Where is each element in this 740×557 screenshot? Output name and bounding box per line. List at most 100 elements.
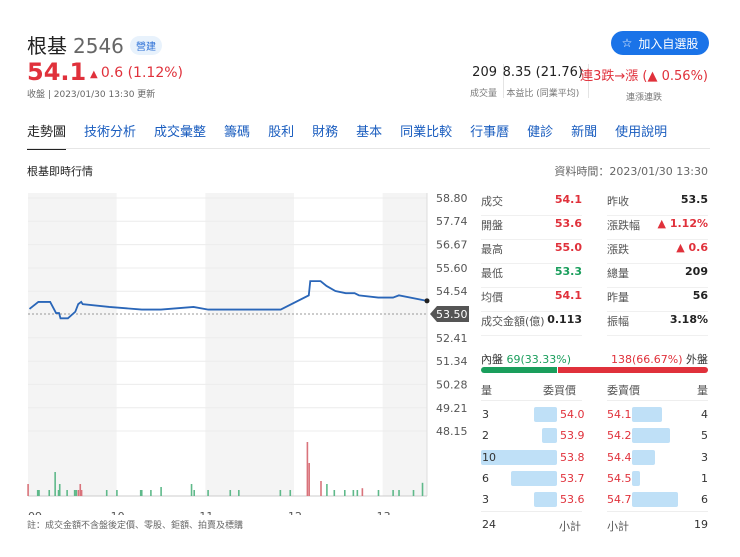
volume-bar [352, 490, 355, 496]
data-time: 資料時間：2023/01/30 13:30 [554, 165, 708, 178]
volume-bar [150, 490, 152, 496]
volume-bar [326, 484, 328, 496]
tab-trend[interactable]: 走勢圖 [27, 121, 67, 150]
tab-dividend[interactable]: 股利 [268, 121, 294, 150]
x-tick-label: 09 [28, 510, 42, 515]
volume-bar [80, 490, 83, 496]
volume-bar [289, 490, 292, 496]
volume-bar [398, 490, 400, 496]
y-tick-label: 56.67 [436, 239, 468, 252]
volume-bar [343, 490, 346, 496]
tab-finance[interactable]: 財務 [312, 121, 338, 150]
last-price-dot [424, 298, 430, 304]
tab-technical[interactable]: 技術分析 [84, 121, 136, 150]
inner-bar [481, 367, 557, 373]
tab-peers[interactable]: 同業比較 [400, 121, 452, 150]
ask-row-qty: 6 [701, 493, 708, 506]
volume-bar [48, 490, 51, 496]
quote-row: 開盤 53.6 [481, 217, 582, 240]
quote-row: 漲跌幅 ▲ 1.12% [607, 217, 708, 240]
tab-calendar[interactable]: 行事曆 [470, 121, 509, 150]
quote-value: 0.113 [547, 313, 582, 326]
tab-news[interactable]: 新聞 [571, 121, 597, 150]
volume-bar [361, 488, 364, 496]
bid-qty: 10 [482, 451, 496, 464]
bid-qty: 6 [482, 472, 489, 485]
tab-trades[interactable]: 成交彙整 [154, 121, 206, 150]
ask-price: 54.2 [607, 429, 632, 442]
stat-value: 連3跌→漲 (▲ 0.56%) [580, 69, 708, 84]
quote-value: ▲ 1.12% [657, 217, 708, 230]
quote-row: 最低 53.3 [481, 265, 582, 288]
ask-row-qty: 4 [701, 408, 708, 421]
volume-bar [38, 490, 40, 496]
section-title: 根基即時行情 [27, 165, 93, 178]
ask-row-price: 54.4 [607, 451, 632, 464]
bid-volume-bar [541, 428, 557, 443]
x-tick-label: 12 [288, 510, 302, 515]
ask-volume-bar [632, 492, 678, 507]
volume-bar [27, 484, 29, 496]
volume-bar [116, 490, 118, 496]
bid-volume-bar [511, 471, 557, 486]
volume-bar [392, 490, 394, 496]
quote-label: 最低 [481, 267, 503, 280]
volume-bar [140, 490, 143, 496]
tab-health[interactable]: 健診 [527, 121, 553, 150]
volume-bar [377, 490, 380, 496]
quote-value: 56 [692, 289, 708, 302]
volume-bar [75, 490, 78, 496]
x-tick-label: 11 [199, 510, 213, 515]
ask-price: 54.7 [607, 493, 632, 506]
outer-volume: 138(66.67%) 外盤 [611, 351, 708, 367]
ask-qty: 1 [701, 472, 708, 485]
bid-row-qty: 2 [482, 429, 489, 442]
quote-label: 最高 [481, 243, 503, 256]
session-band [382, 193, 427, 496]
industry-badge[interactable]: 營建 [130, 36, 162, 55]
quote-value: 54.1 [554, 193, 582, 206]
quote-row: 總量 209 [607, 265, 708, 288]
volume-bar [356, 490, 359, 496]
add-watchlist-button[interactable]: ☆ 加入自選股 [611, 31, 709, 55]
add-watchlist-label: 加入自選股 [638, 36, 699, 51]
col-ask: 委賣價 [607, 384, 640, 397]
tab-basic[interactable]: 基本 [356, 121, 382, 150]
volume-bar [412, 490, 415, 496]
y-tick-label: 55.60 [436, 262, 468, 275]
stat-label: 成交量 [469, 89, 497, 99]
ask-qty: 4 [701, 408, 708, 421]
intraday-chart: 58.80 57.74 56.67 55.60 54.54 52.41 51.34 50.28… [27, 192, 469, 515]
y-tick-label: 57.74 [436, 215, 468, 228]
col-qty: 量 [697, 384, 708, 397]
quote-row: 漲跌 ▲ 0.6 [607, 241, 708, 264]
inner-label: 內盤 [481, 353, 503, 366]
tab-chips[interactable]: 籌碼 [224, 121, 250, 150]
stat-pe: 8.35 (21.76) 本益比 (同業平均) [503, 65, 583, 99]
header-qty: 量 [481, 382, 492, 398]
volume-bar [279, 490, 282, 496]
ask-volume-bar [632, 407, 663, 422]
divider [481, 511, 582, 512]
quote-value: 55.0 [554, 241, 582, 254]
ask-price: 54.1 [607, 408, 632, 421]
volume-bar [54, 472, 56, 496]
quote-value: 54.1 [554, 289, 582, 302]
tab-help[interactable]: 使用說明 [615, 121, 667, 150]
quote-label: 總量 [607, 267, 629, 280]
bid-price: 53.8 [560, 451, 585, 464]
bid-row-price: 53.8 [560, 451, 585, 464]
update-time: 收盤 | 2023/01/30 13:30 更新 [27, 90, 156, 100]
volume-bar [73, 490, 76, 496]
ask-row-qty: 1 [701, 472, 708, 485]
stock-name: 根基 [27, 34, 67, 58]
bid-price: 53.7 [560, 472, 585, 485]
ask-row-price: 54.5 [607, 472, 632, 485]
volume-bar [66, 490, 68, 496]
bid-qty: 3 [482, 408, 489, 421]
up-triangle-icon: ▲ [90, 69, 101, 80]
quote-row: 成交 54.1 [481, 193, 582, 216]
y-tick-label: 54.54 [436, 285, 468, 298]
header-ask: 委賣價 [607, 382, 640, 398]
quote-label: 昨量 [607, 291, 629, 304]
